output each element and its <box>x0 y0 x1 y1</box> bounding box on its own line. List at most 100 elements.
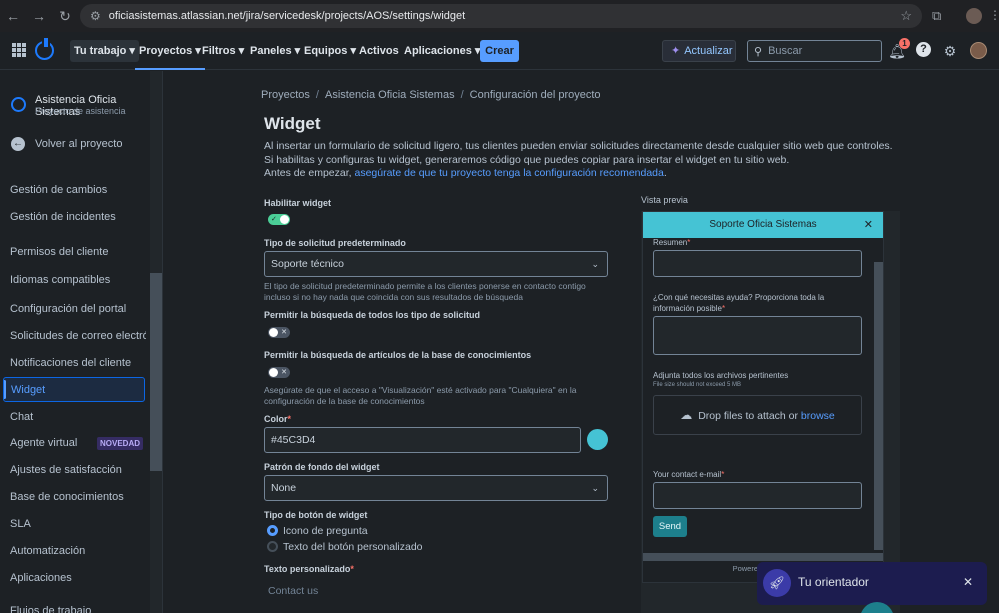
close-icon[interactable]: ✕ <box>963 575 973 589</box>
nav-dashboards[interactable]: Paneles ▾ <box>246 40 304 62</box>
nav-projects[interactable]: Proyectos ▾ <box>135 40 205 70</box>
search-kb-help: Asegúrate de que el acceso a "Visualizac… <box>264 385 577 406</box>
chevron-down-icon: ⌄ <box>591 483 599 493</box>
color-swatch[interactable] <box>587 429 608 450</box>
sidebar-item-change-management[interactable]: Gestión de cambios <box>0 178 146 203</box>
sidebar-item-incident-management[interactable]: Gestión de incidentes <box>0 205 146 230</box>
rocket-icon: 🚀︎ <box>763 569 791 597</box>
widget-horizontal-scrollbar[interactable] <box>643 553 883 561</box>
color-input[interactable]: #45C3D4 <box>264 427 581 453</box>
custom-text-input[interactable]: Contact us <box>264 580 608 602</box>
sidebar-item-widget[interactable]: Widget <box>3 377 145 402</box>
enable-widget-toggle[interactable]: ✓ <box>268 214 290 225</box>
settings-gear-icon[interactable]: ⚙ <box>941 42 959 60</box>
sidebar-item-apps[interactable]: Aplicaciones <box>0 566 146 591</box>
sidebar-item-chat[interactable]: Chat <box>0 405 146 430</box>
attach-label: Adjunta todos los archivos pertinentes <box>653 371 789 380</box>
summary-field[interactable] <box>653 250 862 277</box>
sidebar-item-email-requests[interactable]: Solicitudes de correo electró... <box>0 324 146 349</box>
widget-scrollbar[interactable] <box>874 262 883 550</box>
help-needed-label: ¿Con qué necesitas ayuda? Proporciona to… <box>653 293 825 313</box>
page-description-1: Al insertar un formulario de solicitud l… <box>264 140 893 152</box>
radio-question-icon[interactable] <box>267 525 278 536</box>
forward-arrow-icon[interactable]: → <box>26 8 52 24</box>
back-arrow-icon[interactable]: ← <box>11 137 25 151</box>
bookmark-star-icon[interactable]: ☆ <box>900 8 912 24</box>
recommended-settings-link[interactable]: asegúrate de que tu proyecto tenga la co… <box>354 167 663 179</box>
preview-label: Vista previa <box>641 195 688 205</box>
help-icon[interactable]: ? <box>916 42 931 57</box>
address-bar[interactable]: ⚙ oficiasistemas.atlassian.net/jira/serv… <box>80 4 922 28</box>
project-type: Proyecto de asistencia <box>35 106 126 116</box>
new-badge: NOVEDAD <box>97 437 144 450</box>
search-request-types-label: Permitir la búsqueda de todos los tipo d… <box>264 310 481 320</box>
radio-custom-text-label: Texto del botón personalizado <box>283 541 423 553</box>
sidebar-item-sla[interactable]: SLA <box>0 512 146 537</box>
search-request-types-toggle[interactable]: ✕ <box>268 327 290 338</box>
sidebar-item-portal-settings[interactable]: Configuración del portal <box>0 297 146 322</box>
widget-preview: Soporte Oficia Sistemas ✕ Resumen* ¿Con … <box>642 211 884 583</box>
sidebar: Asistencia Oficia Sistemas Proyecto de a… <box>0 71 163 613</box>
attach-limit-text: File size should not exceed 5 MB <box>653 382 742 388</box>
back-arrow-icon[interactable]: ← <box>0 8 26 24</box>
nav-filters[interactable]: Filtros ▾ <box>198 40 248 62</box>
browse-link[interactable]: browse <box>801 410 835 422</box>
sidebar-item-satisfaction[interactable]: Ajustes de satisfacción <box>0 458 146 483</box>
user-avatar[interactable] <box>970 42 987 59</box>
close-icon[interactable]: ✕ <box>864 212 873 238</box>
sidebar-item-automation[interactable]: Automatización <box>0 539 146 564</box>
search-kb-toggle[interactable]: ✕ <box>268 367 290 378</box>
browser-toolbar: ← → ↻ ⚙ oficiasistemas.atlassian.net/jir… <box>0 0 999 32</box>
email-field[interactable] <box>653 482 862 509</box>
notifications-badge: 1 <box>899 38 910 49</box>
onboarding-toast[interactable]: 🚀︎ Tu orientador ✕ <box>757 562 987 605</box>
sidebar-item-languages[interactable]: Idiomas compatibles <box>0 268 146 293</box>
reload-icon[interactable]: ↻ <box>52 8 78 25</box>
create-button[interactable]: Crear <box>480 40 519 62</box>
nav-teams[interactable]: Equipos ▾ <box>300 40 360 62</box>
send-button[interactable]: Send <box>653 516 687 537</box>
cloud-upload-icon: ☁ <box>680 408 693 422</box>
jira-service-management-logo-icon[interactable] <box>35 38 54 60</box>
background-pattern-select[interactable]: None ⌄ <box>264 475 608 501</box>
sidebar-item-customer-permissions[interactable]: Permisos del cliente <box>0 240 146 265</box>
sidebar-item-workflows[interactable]: Flujos de trabajo <box>0 599 146 613</box>
search-icon: ⚲ <box>754 45 763 58</box>
sidebar-item-customer-notifications[interactable]: Notificaciones del cliente <box>0 351 146 376</box>
summary-label: Resumen* <box>653 238 691 247</box>
search-box[interactable]: ⚲ <box>747 40 882 62</box>
browser-menu-icon[interactable]: ⋮ <box>989 8 999 22</box>
site-settings-icon[interactable]: ⚙ <box>90 9 101 23</box>
check-icon: ✓ <box>271 216 277 223</box>
search-kb-label: Permitir la búsqueda de artículos de la … <box>264 350 532 360</box>
sidebar-scrollbar-thumb[interactable] <box>150 273 162 471</box>
request-type-help: El tipo de solicitud predeterminado perm… <box>264 281 586 302</box>
url-text: oficiasistemas.atlassian.net/jira/servic… <box>108 10 466 22</box>
extensions-icon[interactable]: ⧉ <box>932 8 941 24</box>
breadcrumb-project[interactable]: Asistencia Oficia Sistemas <box>325 89 455 101</box>
browser-profile-avatar[interactable] <box>966 8 982 24</box>
breadcrumb-settings[interactable]: Configuración del proyecto <box>470 89 601 101</box>
description-field[interactable] <box>653 316 862 355</box>
breadcrumb-projects[interactable]: Proyectos <box>261 89 310 101</box>
cross-icon: ✕ <box>281 329 287 336</box>
page-title: Widget <box>264 114 321 133</box>
back-to-project-link[interactable]: Volver al proyecto <box>35 138 122 150</box>
nav-apps[interactable]: Aplicaciones ▾ <box>400 40 484 62</box>
nav-assets[interactable]: Activos <box>355 40 403 62</box>
app-switcher-icon[interactable] <box>12 43 26 57</box>
search-input[interactable] <box>768 45 869 57</box>
button-type-label: Tipo de botón de widget <box>264 510 368 520</box>
radio-custom-text[interactable] <box>267 541 278 552</box>
chevron-down-icon: ⌄ <box>591 259 599 269</box>
cross-icon: ✕ <box>281 369 287 376</box>
breadcrumb: Proyectos / Asistencia Oficia Sistemas / Con… <box>261 89 601 101</box>
nav-your-work[interactable]: Tu trabajo ▾ <box>70 40 139 62</box>
color-label: Color* <box>264 414 292 424</box>
request-type-label: Tipo de solicitud predeterminado <box>264 238 406 248</box>
enable-widget-label: Habilitar widget <box>264 198 332 208</box>
upgrade-button[interactable]: ✦ Actualizar <box>662 40 736 62</box>
request-type-select[interactable]: Soporte técnico ⌄ <box>264 251 608 277</box>
sidebar-item-knowledge-base[interactable]: Base de conocimientos <box>0 485 146 510</box>
file-drop-zone[interactable]: ☁ Drop files to attach or browse <box>653 395 862 435</box>
